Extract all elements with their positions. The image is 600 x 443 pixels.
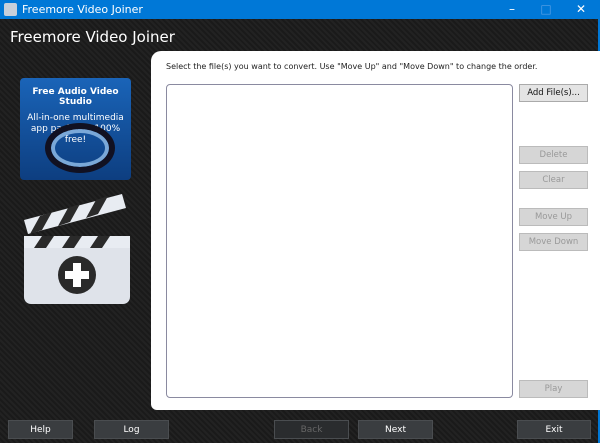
clear-button[interactable]: Clear bbox=[519, 171, 588, 189]
next-button[interactable]: Next bbox=[358, 420, 433, 439]
log-button[interactable]: Log bbox=[94, 420, 169, 439]
app-title: Freemore Video Joiner bbox=[10, 28, 175, 46]
add-video-clapper-icon[interactable] bbox=[22, 190, 132, 305]
maximize-button[interactable]: □ bbox=[531, 1, 561, 18]
ad-banner[interactable]: Free Audio Video Studio All-in-one multi… bbox=[20, 78, 131, 180]
app-icon bbox=[4, 3, 17, 16]
move-down-button[interactable]: Move Down bbox=[519, 233, 588, 251]
back-button[interactable]: Back bbox=[274, 420, 349, 439]
ad-heading: Free Audio Video Studio bbox=[32, 87, 119, 107]
move-up-button[interactable]: Move Up bbox=[519, 208, 588, 226]
close-button[interactable]: ✕ bbox=[566, 1, 596, 18]
play-button[interactable]: Play bbox=[519, 380, 588, 398]
help-button[interactable]: Help bbox=[8, 420, 73, 439]
exit-button[interactable]: Exit bbox=[517, 420, 591, 439]
add-files-button[interactable]: Add File(s)... bbox=[519, 84, 588, 102]
instruction-text: Select the file(s) you want to convert. … bbox=[166, 62, 538, 71]
title-bar: Freemore Video Joiner – □ ✕ bbox=[0, 0, 600, 19]
window-title: Freemore Video Joiner bbox=[22, 3, 143, 16]
file-list[interactable] bbox=[166, 84, 513, 398]
film-reel-icon bbox=[45, 123, 115, 173]
minimize-button[interactable]: – bbox=[497, 1, 527, 18]
delete-button[interactable]: Delete bbox=[519, 146, 588, 164]
